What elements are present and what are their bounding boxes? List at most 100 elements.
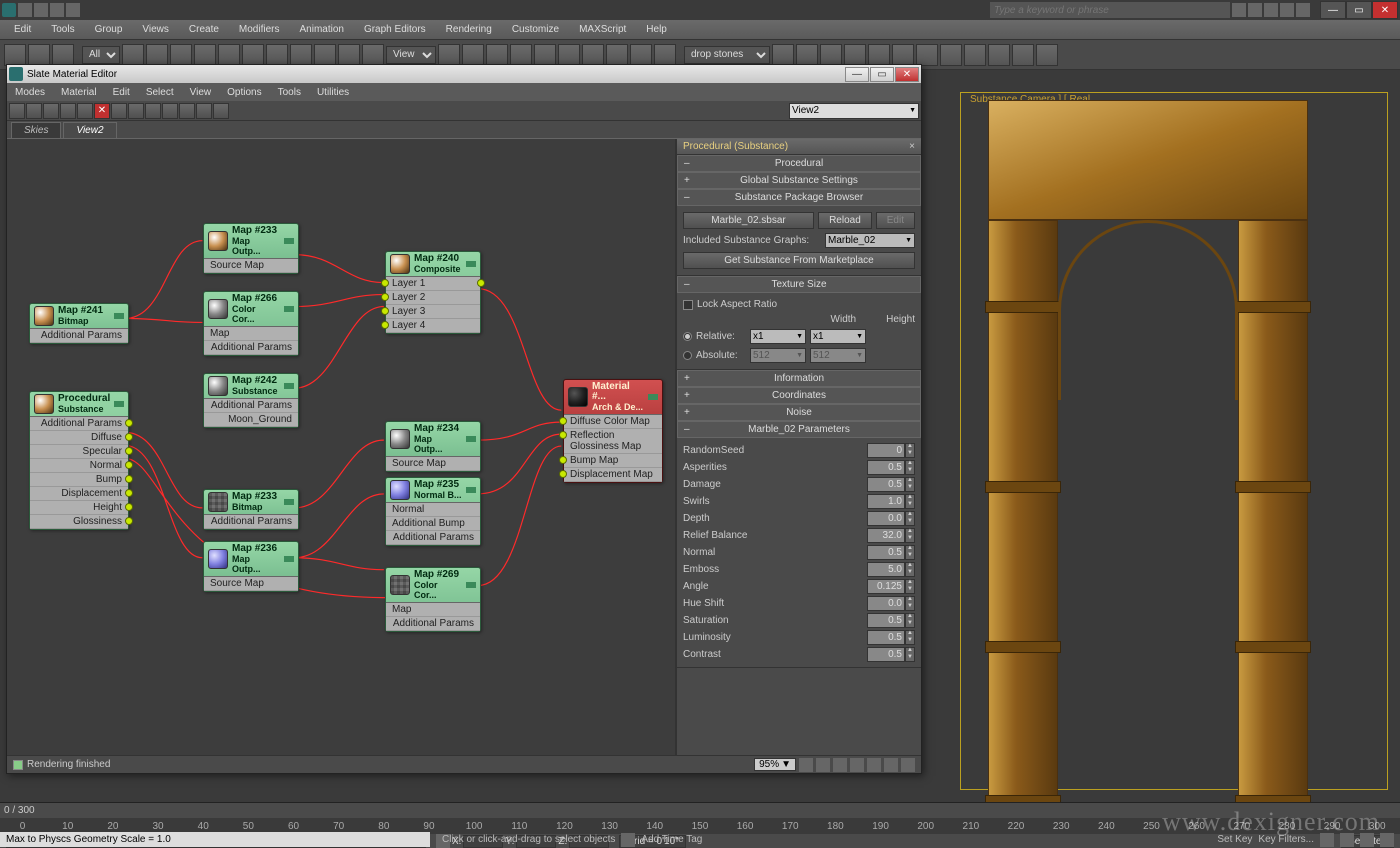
toolbar-button[interactable] bbox=[314, 44, 336, 66]
search-icon[interactable] bbox=[1232, 3, 1246, 17]
sme-close[interactable]: ✕ bbox=[895, 67, 919, 82]
nav-icon[interactable] bbox=[884, 758, 898, 772]
menu-rendering[interactable]: Rendering bbox=[438, 22, 500, 37]
toolbar-button[interactable] bbox=[438, 44, 460, 66]
sec-coord[interactable]: Coordinates bbox=[677, 387, 921, 404]
spinner[interactable]: 0.0▲▼ bbox=[867, 511, 915, 526]
sme-tool[interactable] bbox=[196, 103, 212, 119]
reload-button[interactable]: Reload bbox=[818, 212, 872, 229]
maximize-button[interactable]: ▭ bbox=[1346, 1, 1372, 19]
toolbar-button[interactable] bbox=[170, 44, 192, 66]
qat-icon[interactable] bbox=[66, 3, 80, 17]
spinner[interactable]: 0.0▲▼ bbox=[867, 596, 915, 611]
sme-menu-select[interactable]: Select bbox=[138, 85, 182, 100]
toolbar-button[interactable] bbox=[194, 44, 216, 66]
menu-help[interactable]: Help bbox=[638, 22, 675, 37]
node-map242[interactable]: Map #242Substance Additional Params Moon… bbox=[203, 373, 299, 428]
node-map269[interactable]: Map #269Color Cor... Map Additional Para… bbox=[385, 567, 481, 632]
qat-icon[interactable] bbox=[18, 3, 32, 17]
close-button[interactable]: ✕ bbox=[1372, 1, 1398, 19]
nav-icon[interactable] bbox=[867, 758, 881, 772]
tab-skies[interactable]: Skies bbox=[11, 122, 61, 138]
toolbar-button[interactable] bbox=[362, 44, 384, 66]
width-rel-select[interactable]: x1 bbox=[750, 329, 806, 344]
sec-params[interactable]: Marble_02 Parameters bbox=[677, 421, 921, 438]
toolbar-button[interactable] bbox=[1012, 44, 1034, 66]
toolbar-button[interactable] bbox=[146, 44, 168, 66]
named-sel-set[interactable]: drop stones bbox=[684, 46, 770, 64]
toolbar-button[interactable] bbox=[218, 44, 240, 66]
node-map233a[interactable]: Map #233Map Outp... Source Map bbox=[203, 223, 299, 274]
tool-icon[interactable] bbox=[1264, 3, 1278, 17]
sme-tool[interactable] bbox=[145, 103, 161, 119]
toolbar-button[interactable] bbox=[820, 44, 842, 66]
toolbar-button[interactable] bbox=[462, 44, 484, 66]
node-map241[interactable]: Map #241Bitmap Additional Params bbox=[29, 303, 129, 344]
toolbar-button[interactable] bbox=[290, 44, 312, 66]
nav-icon[interactable] bbox=[833, 758, 847, 772]
node-graph[interactable]: Map #241Bitmap Additional Params Procedu… bbox=[7, 139, 675, 755]
panel-close-icon[interactable]: × bbox=[909, 141, 915, 152]
tab-view2[interactable]: View2 bbox=[63, 122, 116, 138]
edit-button[interactable]: Edit bbox=[876, 212, 915, 229]
toolbar-button[interactable] bbox=[916, 44, 938, 66]
spinner[interactable]: 0.5▲▼ bbox=[867, 477, 915, 492]
toolbar-button[interactable] bbox=[558, 44, 580, 66]
sme-tool[interactable] bbox=[162, 103, 178, 119]
spinner[interactable]: 0.5▲▼ bbox=[867, 460, 915, 475]
toolbar-button[interactable] bbox=[122, 44, 144, 66]
play-icon[interactable] bbox=[1380, 833, 1394, 847]
nav-icon[interactable] bbox=[816, 758, 830, 772]
selection-filter[interactable]: All bbox=[82, 46, 120, 64]
node-map266[interactable]: Map #266Color Cor... Map Additional Para… bbox=[203, 291, 299, 356]
sme-tool[interactable] bbox=[213, 103, 229, 119]
toolbar-button[interactable] bbox=[52, 44, 74, 66]
sme-tool[interactable] bbox=[111, 103, 127, 119]
menu-views[interactable]: Views bbox=[134, 22, 177, 37]
sme-menu-material[interactable]: Material bbox=[53, 85, 105, 100]
sme-menu-utilities[interactable]: Utilities bbox=[309, 85, 357, 100]
tool-icon[interactable] bbox=[1248, 3, 1262, 17]
spinner[interactable]: 32.0▲▼ bbox=[867, 528, 915, 543]
sec-browser[interactable]: Substance Package Browser bbox=[677, 189, 921, 206]
help-icon[interactable] bbox=[1296, 3, 1310, 17]
node-procedural[interactable]: ProceduralSubstance Additional ParamsDif… bbox=[29, 391, 129, 530]
spinner[interactable]: 0.5▲▼ bbox=[867, 630, 915, 645]
substance-file-button[interactable]: Marble_02.sbsar bbox=[683, 212, 814, 229]
sme-menu-view[interactable]: View bbox=[182, 85, 220, 100]
toolbar-button[interactable] bbox=[1036, 44, 1058, 66]
toolbar-button[interactable] bbox=[582, 44, 604, 66]
node-map235[interactable]: Map #235Normal B... Normal Additional Bu… bbox=[385, 477, 481, 546]
toolbar-button[interactable] bbox=[510, 44, 532, 66]
sec-texsize[interactable]: Texture Size bbox=[677, 276, 921, 293]
lock-aspect-checkbox[interactable] bbox=[683, 300, 693, 310]
spinner[interactable]: 0.5▲▼ bbox=[867, 545, 915, 560]
nav-icon[interactable] bbox=[850, 758, 864, 772]
gear-icon[interactable] bbox=[1280, 3, 1294, 17]
node-map234[interactable]: Map #234Map Outp... Source Map bbox=[385, 421, 481, 472]
lock-icon[interactable] bbox=[621, 833, 635, 847]
ref-coord-select[interactable]: View bbox=[386, 46, 436, 64]
sme-tool[interactable] bbox=[43, 103, 59, 119]
menu-graph editors[interactable]: Graph Editors bbox=[356, 22, 434, 37]
toolbar-button[interactable] bbox=[486, 44, 508, 66]
sec-global[interactable]: Global Substance Settings bbox=[677, 172, 921, 189]
sme-view-select[interactable]: View2 bbox=[789, 103, 919, 119]
node-map233b[interactable]: Map #233Bitmap Additional Params bbox=[203, 489, 299, 530]
sec-procedural[interactable]: Procedural bbox=[677, 155, 921, 172]
toolbar-button[interactable] bbox=[4, 44, 26, 66]
sme-menu-modes[interactable]: Modes bbox=[7, 85, 53, 100]
qat-icon[interactable] bbox=[50, 3, 64, 17]
toolbar-button[interactable] bbox=[630, 44, 652, 66]
toolbar-button[interactable] bbox=[964, 44, 986, 66]
menu-tools[interactable]: Tools bbox=[43, 22, 82, 37]
sec-noise[interactable]: Noise bbox=[677, 404, 921, 421]
absolute-radio[interactable] bbox=[683, 351, 692, 360]
spinner[interactable]: 0.5▲▼ bbox=[867, 647, 915, 662]
zoom-field[interactable]: 95%▼ bbox=[754, 758, 796, 771]
spinner[interactable]: 0▲▼ bbox=[867, 443, 915, 458]
sme-tool[interactable] bbox=[26, 103, 42, 119]
pan-icon[interactable] bbox=[799, 758, 813, 772]
menu-edit[interactable]: Edit bbox=[6, 22, 39, 37]
sme-tool[interactable] bbox=[77, 103, 93, 119]
